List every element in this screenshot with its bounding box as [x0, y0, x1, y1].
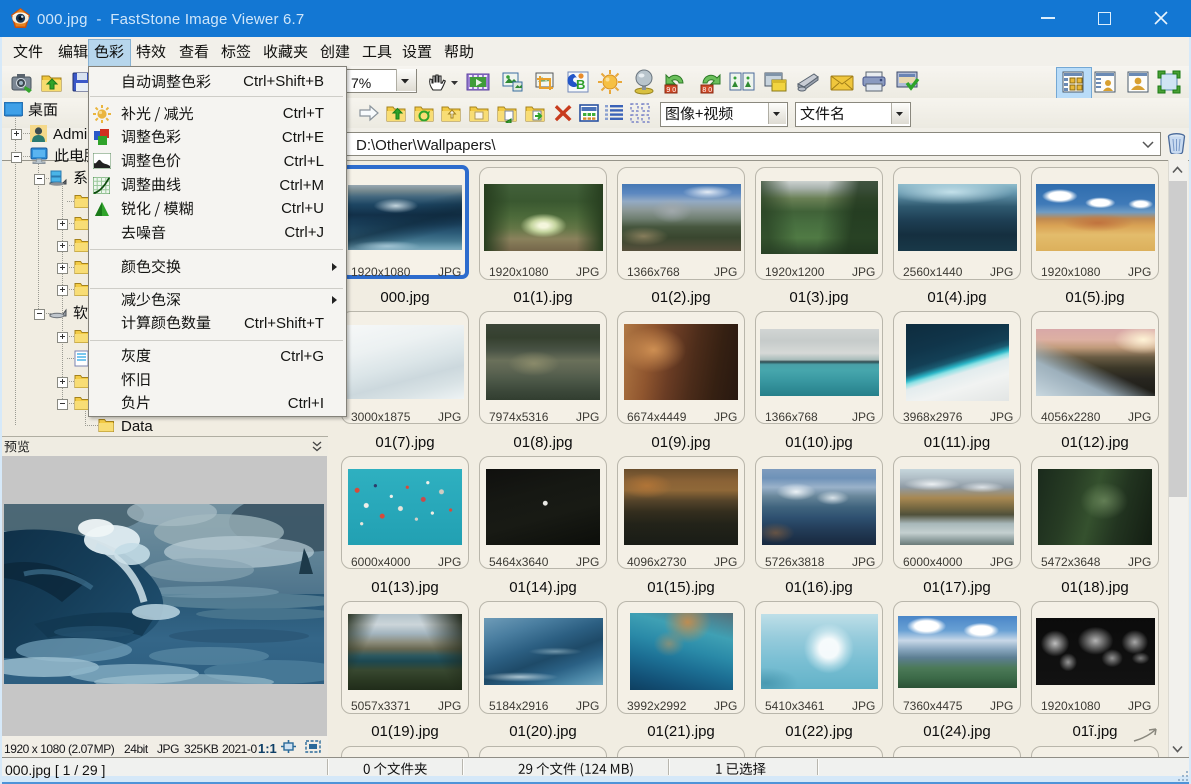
svg-text:B: B: [576, 77, 585, 92]
svg-text:8 0: 8 0: [702, 87, 712, 94]
svg-text:9 0: 9 0: [666, 87, 676, 94]
